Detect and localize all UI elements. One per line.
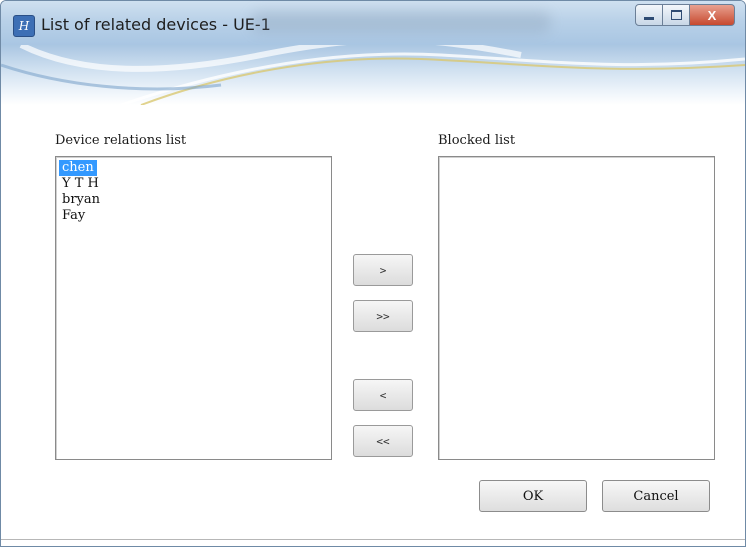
minimize-icon — [644, 16, 654, 20]
bottom-divider — [1, 539, 745, 540]
device-relations-items: chen Y T H bryan Fay — [56, 157, 331, 227]
move-all-right-button[interactable]: >> — [353, 300, 413, 332]
list-item[interactable]: Fay — [59, 208, 88, 224]
move-right-button[interactable]: > — [353, 254, 413, 286]
cancel-button[interactable]: Cancel — [602, 480, 710, 512]
device-relations-label: Device relations list — [55, 133, 187, 148]
minimize-button[interactable] — [635, 4, 663, 26]
window-title: List of related devices - UE-1 — [41, 15, 271, 34]
header-banner — [1, 45, 745, 105]
device-relations-list[interactable]: chen Y T H bryan Fay — [55, 156, 332, 460]
app-icon: H — [13, 15, 35, 37]
list-item[interactable]: chen — [59, 160, 97, 176]
ok-button[interactable]: OK — [479, 480, 587, 512]
move-left-button[interactable]: < — [353, 379, 413, 411]
list-item[interactable]: bryan — [59, 192, 103, 208]
move-all-left-button[interactable]: << — [353, 425, 413, 457]
banner-swoosh-graphic — [1, 45, 745, 105]
window-controls: X — [635, 4, 735, 26]
title-bar[interactable]: H List of related devices - UE-1 X — [1, 1, 745, 45]
maximize-icon — [670, 10, 682, 20]
dialog-window: H List of related devices - UE-1 X Devic… — [0, 0, 746, 547]
close-icon: X — [707, 7, 717, 23]
blocked-list[interactable] — [438, 156, 715, 460]
close-button[interactable]: X — [690, 4, 735, 26]
list-item[interactable]: Y T H — [59, 176, 102, 192]
maximize-button[interactable] — [663, 4, 690, 26]
blocked-list-label: Blocked list — [438, 133, 516, 148]
